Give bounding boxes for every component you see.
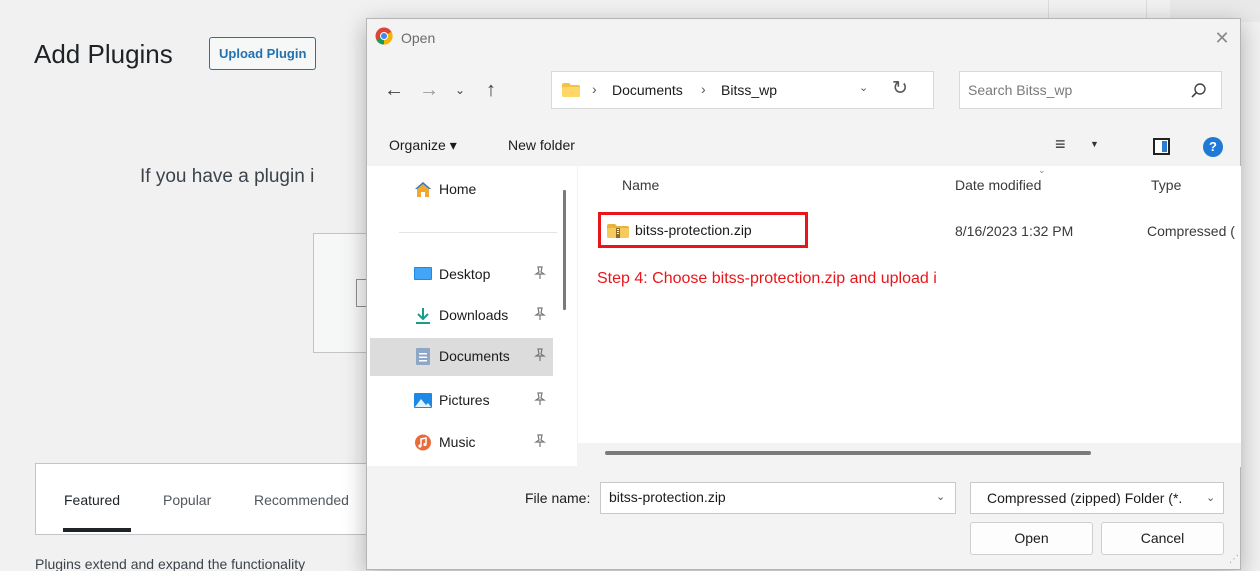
- downloads-icon: [416, 308, 430, 324]
- up-arrow-icon[interactable]: ↑: [478, 76, 504, 104]
- sidebar-item-label: Pictures: [439, 392, 490, 408]
- cancel-button[interactable]: Cancel: [1101, 522, 1224, 555]
- refresh-icon[interactable]: ↻: [892, 77, 908, 100]
- sidebar-item-documents[interactable]: Documents: [370, 338, 553, 376]
- forward-arrow-icon[interactable]: →: [416, 76, 442, 104]
- dialog-title: Open: [401, 30, 436, 46]
- desktop-icon: [414, 267, 432, 280]
- navigation-bar: ← → ⌄ ↑ › Documents › Bitss_wp ⌄ ↻: [367, 69, 1240, 111]
- pin-icon[interactable]: [534, 434, 546, 448]
- upload-plugin-button[interactable]: Upload Plugin: [209, 37, 317, 70]
- chevron-down-icon[interactable]: ⌄: [936, 490, 945, 503]
- back-arrow-icon[interactable]: ←: [381, 76, 407, 104]
- breadcrumb-documents[interactable]: Documents: [612, 82, 683, 98]
- file-date-modified: 8/16/2023 1:32 PM: [955, 223, 1074, 239]
- organize-menu-button[interactable]: Organize ▾: [389, 137, 457, 154]
- pictures-icon: [414, 393, 432, 408]
- horizontal-scrollbar[interactable]: [578, 443, 1241, 467]
- pin-icon[interactable]: [534, 307, 546, 321]
- folder-icon: [562, 83, 580, 97]
- column-header-name[interactable]: Name: [622, 177, 659, 193]
- navigation-pane: Home Desktop Downloads Documents Picture…: [367, 166, 577, 466]
- file-name: bitss-protection.zip: [635, 222, 752, 238]
- search-icon[interactable]: [1190, 82, 1208, 100]
- dialog-titlebar[interactable]: Open ✕: [367, 19, 1240, 57]
- file-type-filter-select[interactable]: Compressed (zipped) Folder (*. ⌄: [970, 482, 1224, 514]
- breadcrumb-bitss-wp[interactable]: Bitss_wp: [721, 82, 777, 98]
- page-title: Add Plugins: [34, 39, 173, 69]
- sort-indicator-icon: ⌄: [1038, 165, 1046, 175]
- recent-locations-chevron-icon[interactable]: ⌄: [447, 76, 473, 104]
- open-button[interactable]: Open: [970, 522, 1093, 555]
- file-type: Compressed (: [1147, 223, 1235, 239]
- tab-featured[interactable]: Featured: [64, 492, 120, 508]
- breadcrumb-separator: ›: [592, 81, 597, 97]
- pin-icon[interactable]: [534, 392, 546, 406]
- open-file-dialog: Open ✕ ← → ⌄ ↑ › Documents › Bitss_wp ⌄ …: [366, 18, 1241, 570]
- sidebar-scrollbar[interactable]: [563, 190, 566, 310]
- scrollbar-thumb[interactable]: [605, 451, 1091, 455]
- sidebar-item-label: Home: [439, 181, 477, 197]
- music-icon: [415, 434, 431, 451]
- upload-form-box: [313, 233, 373, 353]
- close-icon[interactable]: ✕: [1207, 23, 1237, 53]
- chevron-down-icon[interactable]: ⌄: [1206, 491, 1215, 504]
- file-name-value: bitss-protection.zip: [609, 489, 726, 505]
- plugins-description: Plugins extend and expand the functional…: [35, 556, 306, 571]
- documents-icon: [416, 348, 430, 365]
- sidebar-item-pictures[interactable]: Pictures: [370, 382, 553, 420]
- file-row-highlight[interactable]: bitss-protection.zip: [598, 212, 808, 248]
- chrome-icon: [375, 27, 393, 45]
- command-bar: Organize ▾ New folder ≡ ▼ ?: [367, 129, 1240, 165]
- sidebar-item-label: Downloads: [439, 307, 509, 323]
- breadcrumb-separator: ›: [701, 81, 706, 97]
- new-folder-button[interactable]: New folder: [508, 137, 575, 153]
- column-header-type[interactable]: Type: [1151, 177, 1181, 193]
- step-annotation: Step 4: Choose bitss-protection.zip and …: [597, 270, 937, 287]
- file-type-filter-value: Compressed (zipped) Folder (*.: [987, 490, 1183, 506]
- sidebar-item-label: Documents: [439, 348, 510, 364]
- upload-intro-text: If you have a plugin i: [140, 166, 315, 187]
- help-icon[interactable]: ?: [1203, 137, 1223, 157]
- file-name-label: File name:: [525, 490, 591, 506]
- view-dropdown-icon[interactable]: ▼: [1090, 139, 1099, 149]
- sidebar-item-desktop[interactable]: Desktop: [370, 256, 553, 294]
- file-name-input[interactable]: bitss-protection.zip ⌄: [600, 482, 956, 514]
- sidebar-item-home[interactable]: Home: [370, 171, 553, 209]
- view-options-icon[interactable]: ≡: [1055, 134, 1066, 155]
- column-header-date-modified[interactable]: Date modified: [955, 177, 1041, 193]
- file-list: Name ⌄ Date modified Type bitss-protecti…: [578, 165, 1241, 456]
- active-tab-indicator: [63, 528, 131, 532]
- pin-icon[interactable]: [534, 348, 546, 362]
- sidebar-item-label: Desktop: [439, 266, 491, 282]
- sidebar-divider: [399, 232, 557, 233]
- tab-popular[interactable]: Popular: [163, 492, 211, 508]
- search-box[interactable]: [959, 71, 1222, 109]
- pin-icon[interactable]: [534, 266, 546, 280]
- zip-folder-icon: [607, 224, 629, 238]
- sidebar-item-downloads[interactable]: Downloads: [370, 297, 553, 335]
- chevron-down-icon[interactable]: ⌄: [859, 81, 868, 94]
- home-icon: [415, 182, 431, 197]
- address-bar[interactable]: › Documents › Bitss_wp ⌄ ↻: [551, 71, 934, 109]
- tab-recommended[interactable]: Recommended: [254, 492, 349, 508]
- resize-grip-icon[interactable]: ⋰: [1229, 555, 1239, 565]
- sidebar-item-music[interactable]: Music: [370, 424, 553, 462]
- search-input[interactable]: [968, 72, 1168, 108]
- preview-pane-icon[interactable]: [1153, 138, 1170, 155]
- sidebar-item-label: Music: [439, 434, 476, 450]
- plugin-filter-tabs: Featured Popular Recommended: [35, 463, 375, 535]
